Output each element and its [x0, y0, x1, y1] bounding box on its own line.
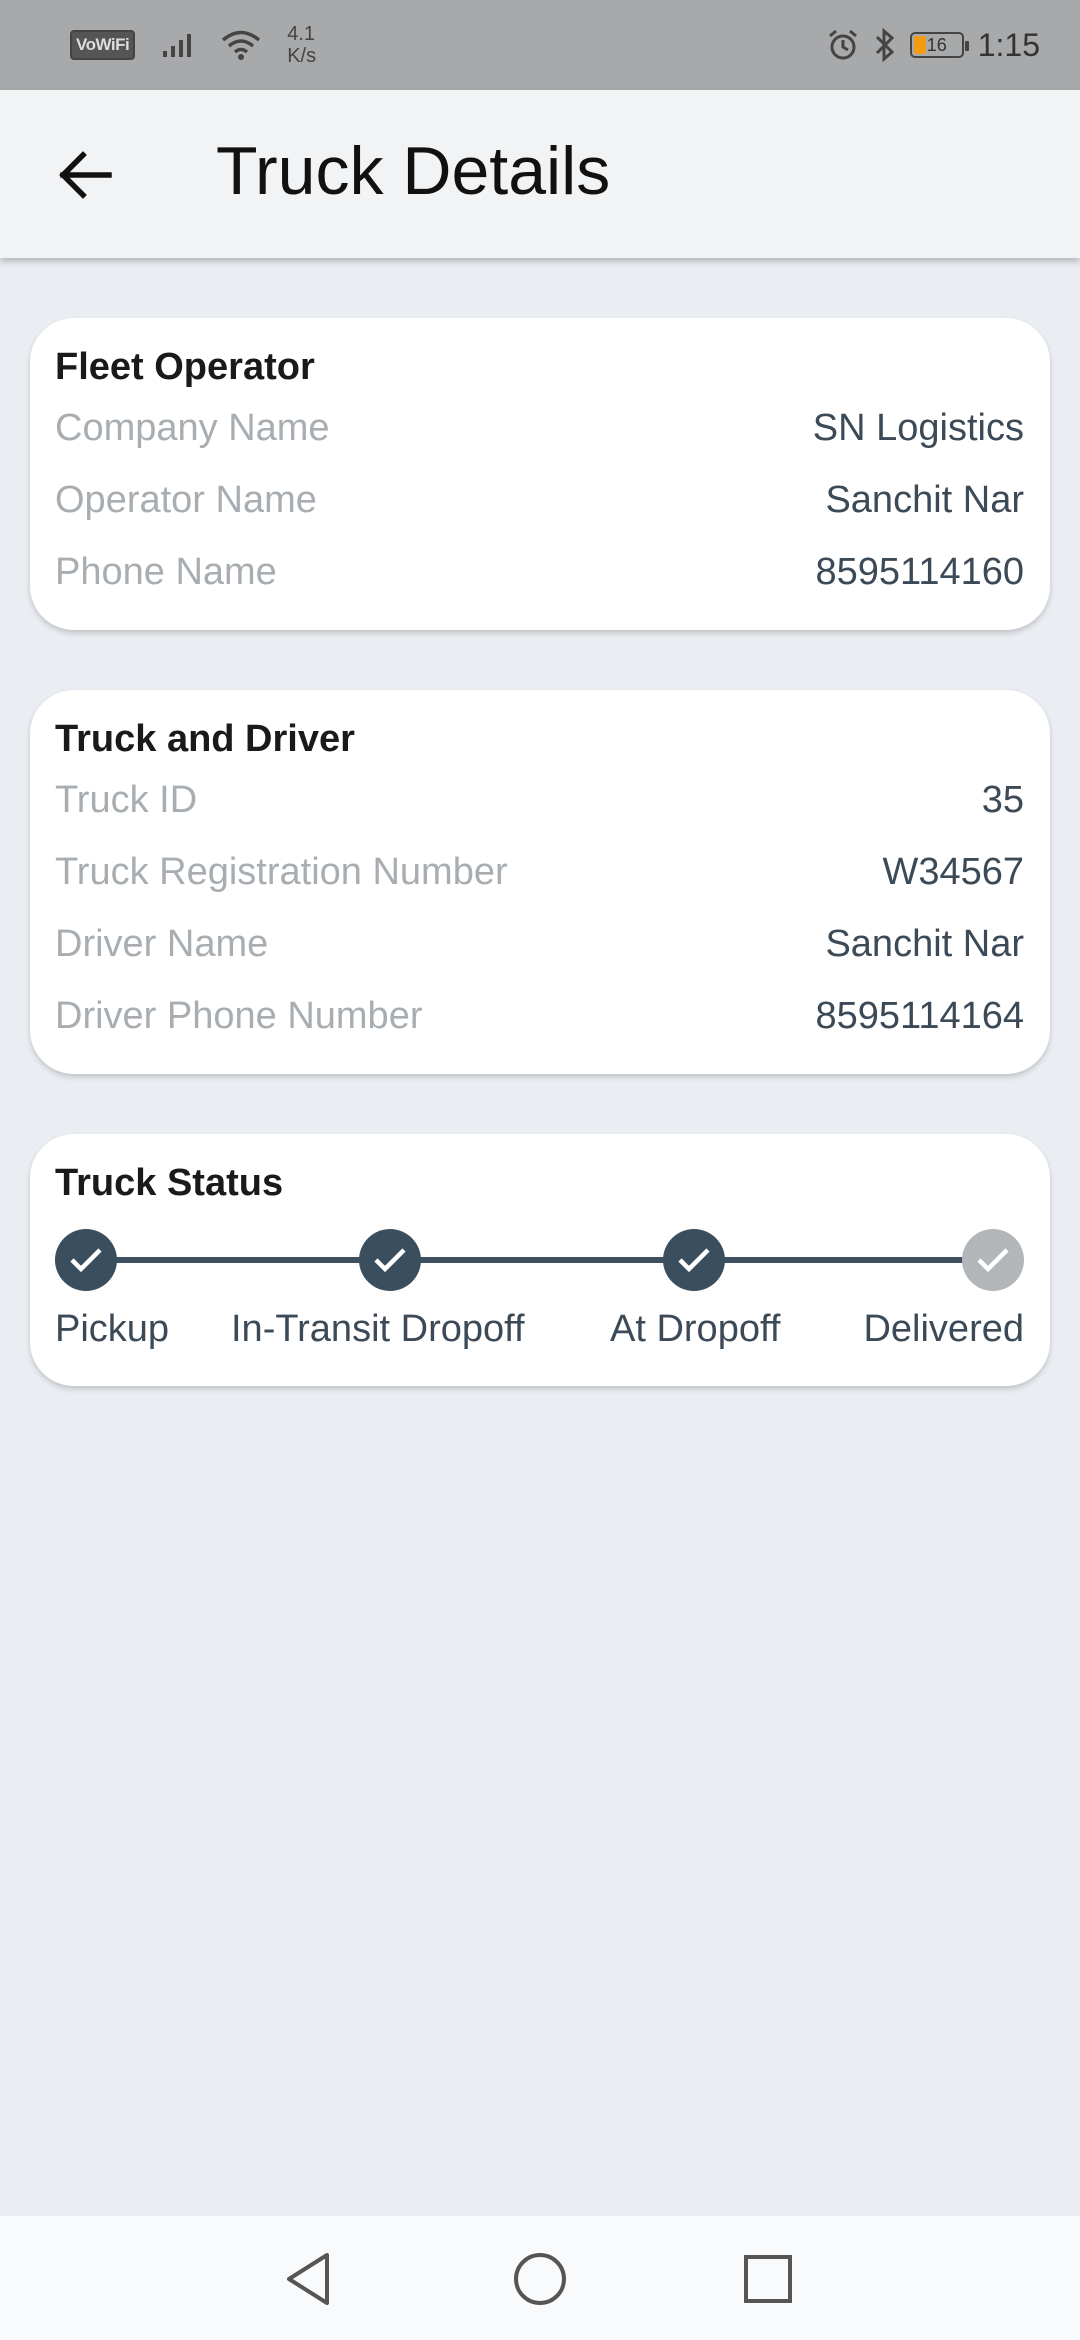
row-label: Driver Name [55, 922, 269, 965]
wifi-icon [222, 30, 261, 60]
row-label: Phone Name [55, 550, 277, 593]
vowifi-icon: VoWiFi [70, 30, 136, 60]
nav-recents-button[interactable] [733, 2244, 803, 2314]
system-nav-bar [0, 2216, 1080, 2340]
back-button[interactable] [50, 140, 120, 210]
fleet-operator-card: Fleet Operator Company Name SN Logistics… [30, 318, 1050, 630]
row-label: Operator Name [55, 478, 317, 521]
step-label-at-dropoff: At Dropoff [610, 1308, 781, 1350]
row-label: Company Name [55, 406, 330, 449]
nav-back-button[interactable] [273, 2244, 343, 2314]
card-heading: Truck Status [55, 1162, 284, 1204]
battery-icon: 16 [909, 32, 969, 58]
clock: 1:15 [977, 26, 1040, 63]
status-bar: VoWiFi 4.1 K/s 16 1:15 [0, 0, 1080, 90]
page-title: Truck Details [216, 133, 611, 209]
step-pickup [55, 1229, 117, 1291]
recents-square-icon [744, 2255, 792, 2303]
signal-icon [163, 34, 192, 57]
info-row-phone: Phone Name 8595114160 [55, 536, 1024, 608]
back-triangle-icon [287, 2253, 329, 2305]
row-value: 8595114160 [815, 550, 1024, 593]
status-stepper [55, 1228, 1024, 1298]
stepper-labels: Pickup In-Transit Dropoff At Dropoff Del… [55, 1298, 1024, 1378]
info-row-operator: Operator Name Sanchit Nar [55, 464, 1024, 536]
step-at-dropoff [663, 1229, 725, 1291]
home-circle-icon [514, 2253, 566, 2305]
card-heading: Fleet Operator [55, 346, 315, 388]
nav-home-button[interactable] [505, 2244, 575, 2314]
row-label: Driver Phone Number [55, 994, 423, 1037]
stepper-track [85, 1257, 994, 1263]
row-label: Truck ID [55, 778, 198, 821]
info-row-company: Company Name SN Logistics [55, 392, 1024, 464]
truck-driver-card: Truck and Driver Truck ID 35 Truck Regis… [30, 690, 1050, 1074]
step-delivered [962, 1229, 1024, 1291]
step-in-transit [359, 1229, 421, 1291]
info-row-driver-phone: Driver Phone Number 8595114164 [55, 980, 1024, 1052]
row-value: Sanchit Nar [825, 922, 1024, 965]
card-heading: Truck and Driver [55, 718, 355, 760]
row-value: SN Logistics [812, 406, 1024, 449]
info-row-truck-id: Truck ID 35 [55, 764, 1024, 836]
app-bar: Truck Details [0, 90, 1080, 258]
arrow-left-icon [59, 151, 112, 199]
row-value: 35 [981, 778, 1024, 821]
info-row-registration: Truck Registration Number W34567 [55, 836, 1024, 908]
row-value: 8595114164 [815, 994, 1024, 1037]
check-icon [70, 1248, 102, 1273]
truck-status-card: Truck Status Pickup In-Transit Dropoff A… [30, 1134, 1050, 1386]
bluetooth-icon [875, 28, 894, 62]
network-speed: 4.1 K/s [287, 23, 317, 67]
step-label-delivered: Delivered [863, 1308, 1024, 1350]
step-label-pickup: Pickup [55, 1308, 170, 1350]
status-left: VoWiFi 4.1 K/s [70, 22, 316, 68]
info-row-driver-name: Driver Name Sanchit Nar [55, 908, 1024, 980]
alarm-icon [828, 29, 857, 60]
status-right: 16 1:15 [826, 22, 1040, 68]
check-icon [977, 1248, 1009, 1273]
check-icon [678, 1248, 710, 1273]
row-value: Sanchit Nar [825, 478, 1024, 521]
step-label-in-transit: In-Transit Dropoff [231, 1308, 525, 1350]
row-value: W34567 [882, 850, 1024, 893]
check-icon [374, 1248, 406, 1273]
row-label: Truck Registration Number [55, 850, 508, 893]
